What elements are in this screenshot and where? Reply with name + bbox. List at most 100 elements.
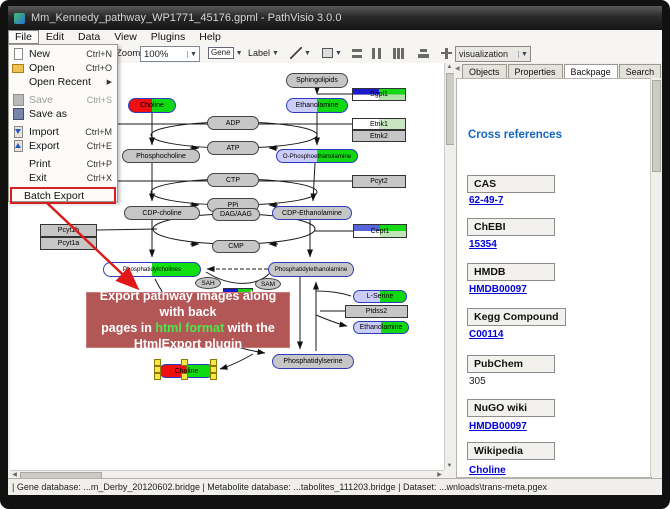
new-file-icon [12,48,25,60]
selection-handle[interactable] [210,366,217,373]
node-atp[interactable]: ATP [207,141,259,155]
xref-source-hmdb: HMDB [467,263,555,281]
stack-icon[interactable] [439,47,454,60]
menu-plugins[interactable]: Plugins [144,30,192,44]
node-pcyt2[interactable]: Pcyt2 [352,175,406,188]
xref-link[interactable]: HMDB00097 [469,421,527,432]
node-o-phosphoethanolamine[interactable]: O-Phosphoethanolamine [276,149,358,163]
node-cdp-choline[interactable]: CDP-choline [124,206,200,220]
menu-item-new[interactable]: NewCtrl+N [9,47,117,61]
align-horizontal-icon[interactable] [350,47,365,60]
common-width-icon[interactable] [391,47,406,60]
node-choline-top[interactable]: Choline [128,98,176,113]
menu-item-open-recent[interactable]: Open Recent▶ [9,75,117,89]
node-sphingolipids[interactable]: Sphingolipids [286,73,348,88]
chevron-down-icon[interactable]: ▼ [187,51,199,58]
node-cdp-ethanolamine[interactable]: CDP-Ethanolamine [272,206,352,220]
line-tool-icon [290,47,302,59]
selection-handle[interactable] [210,359,217,366]
menu-edit[interactable]: Edit [39,30,71,44]
sidebar-scrollbar[interactable] [650,78,661,476]
selection-handle[interactable] [154,366,161,373]
menu-item-export[interactable]: ExportCtrl+E [9,139,117,153]
xref-source-nugo: NuGO wiki [467,399,555,417]
node-ptdss2[interactable]: Ptdss2 [345,305,408,318]
node-etnk1[interactable]: Etnk1 [352,118,406,130]
node-ctp[interactable]: CTP [207,173,259,187]
node-ethanolamine-top[interactable]: Ethanolamine [286,98,348,113]
node-phosphatidylethanolamine[interactable]: Phosphatidylethanolamine [268,262,354,277]
title-bar[interactable]: Mm_Kennedy_pathway_WP1771_45176.gpml - P… [8,6,662,30]
common-height-icon[interactable] [416,47,431,60]
tab-search[interactable]: Search [619,64,662,79]
selection-handle[interactable] [181,359,188,366]
sidebar-tabs: Objects Properties Backpage Search Legen… [462,64,662,78]
import-icon [12,126,25,138]
xref-source-kegg: Kegg Compound [467,308,566,326]
menu-file[interactable]: File [8,30,39,44]
xref-link[interactable]: 15354 [469,239,497,250]
node-pcyt1b[interactable]: Pcyt1b [40,224,97,237]
node-cmp[interactable]: CMP [212,240,260,253]
xref-source-chebi: ChEBI [467,218,555,236]
selection-handle[interactable] [181,373,188,380]
chevron-down-icon[interactable]: ▼ [518,51,530,58]
xref-link[interactable]: HMDB00097 [469,284,527,295]
menu-item-save-as[interactable]: Save as [9,107,117,121]
node-sgpl1[interactable]: Sgpl1 [352,88,406,101]
label-tool-button[interactable]: Label▼ [248,46,279,60]
shape-tool-button[interactable]: ▼ [322,46,342,60]
menu-item-open[interactable]: OpenCtrl+O [9,61,117,75]
selection-handle[interactable] [210,373,217,380]
node-dag-aag[interactable]: DAG/AAG [212,208,260,221]
cross-references-heading: Cross references [468,129,562,141]
xref-link[interactable]: Choline [469,465,506,476]
scrollbar-thumb[interactable] [652,80,661,172]
save-disk-icon [12,94,25,106]
node-phosphatidylcholines[interactable]: Phosphatidylcholines [103,262,201,277]
scroll-up-icon[interactable]: ▲ [445,63,454,71]
menu-help[interactable]: Help [192,30,228,44]
menu-bar: File Edit Data View Plugins Help [8,30,662,45]
node-l-serine[interactable]: L-Serine [353,290,407,303]
node-phosphocholine[interactable]: Phosphocholine [122,149,200,163]
xref-source-cas: CAS [467,175,555,193]
save-as-disk-icon [12,108,25,120]
status-text: | Gene database: ...m_Derby_20120602.bri… [12,482,547,492]
xref-source-pubchem: PubChem [467,355,555,373]
zoom-label: Zoom: [116,48,143,59]
menu-item-exit[interactable]: ExitCtrl+X [9,171,117,185]
node-adp[interactable]: ADP [207,116,259,130]
xref-link[interactable]: 62-49-7 [469,195,503,206]
menu-item-import[interactable]: ImportCtrl+M [9,125,117,139]
align-vertical-icon[interactable] [369,47,384,60]
window-title: Mm_Kennedy_pathway_WP1771_45176.gpml - P… [31,12,341,24]
selection-handle[interactable] [154,359,161,366]
tab-objects[interactable]: Objects [462,64,507,79]
menu-view[interactable]: View [107,30,144,44]
chevron-down-icon[interactable]: ▼ [335,50,342,57]
export-icon [12,140,25,152]
selection-handle[interactable] [154,373,161,380]
backpage-content: Cross references CAS 62-49-7 ChEBI 15354… [456,78,652,478]
node-phosphatidylserine[interactable]: Phosphatidylserine [272,354,354,369]
node-ethanolamine-bottom[interactable]: Ethanolamine [353,321,409,334]
menu-data[interactable]: Data [71,30,107,44]
chevron-down-icon[interactable]: ▼ [272,50,279,57]
panel-splitter-icon[interactable]: ◀ [455,65,460,72]
visualization-select[interactable]: visualization ▼ [455,46,531,62]
chevron-down-icon[interactable]: ▼ [304,50,311,57]
node-cept1[interactable]: Cept1 [353,224,407,238]
line-tool-button[interactable]: ▼ [290,46,311,60]
zoom-select[interactable]: 100% ▼ [140,46,200,62]
datanode-tool-button[interactable]: Gene▼ [208,46,243,60]
menu-item-print[interactable]: PrintCtrl+P [9,157,117,171]
chevron-down-icon[interactable]: ▼ [236,50,243,57]
gene-datanode-icon: Gene [208,47,234,59]
node-pcyt1a[interactable]: Pcyt1a [40,237,97,250]
xref-link[interactable]: C00114 [469,329,503,340]
menu-item-batch-export[interactable]: Batch Export [10,187,116,204]
node-etnk2[interactable]: Etnk2 [352,130,406,142]
scroll-down-icon[interactable]: ▼ [445,462,454,470]
tab-properties[interactable]: Properties [508,64,563,79]
